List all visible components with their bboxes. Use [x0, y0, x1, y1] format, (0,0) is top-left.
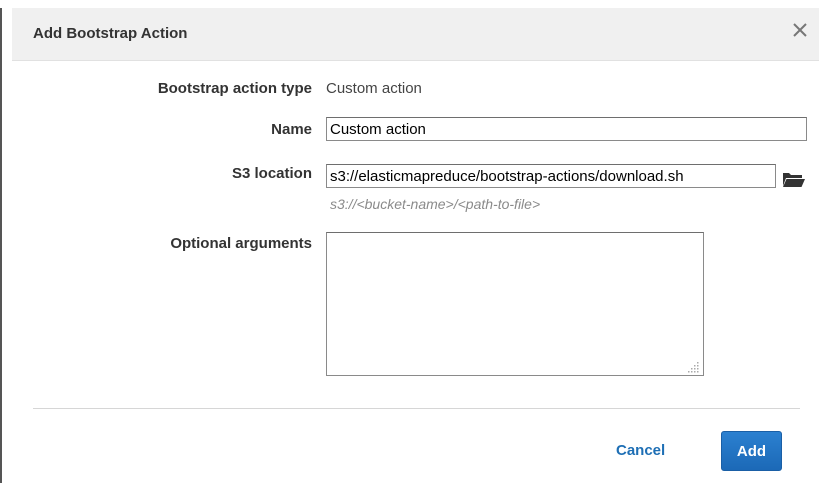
- action-type-value: Custom action: [326, 80, 422, 97]
- close-icon[interactable]: [789, 19, 811, 41]
- optional-arguments-textarea[interactable]: [326, 232, 704, 376]
- cancel-button[interactable]: Cancel: [616, 442, 665, 459]
- action-type-label: Bootstrap action type: [157, 80, 312, 97]
- close-x-glyph: [793, 23, 807, 37]
- optional-arguments-label: Optional arguments: [170, 235, 312, 252]
- s3-location-label: S3 location: [231, 165, 312, 182]
- resize-grip-icon[interactable]: [688, 360, 700, 373]
- folder-open-glyph: [783, 173, 805, 187]
- resize-grip-dots: [688, 362, 699, 373]
- name-input[interactable]: [326, 117, 807, 141]
- s3-location-input[interactable]: [326, 164, 776, 188]
- dialog-header: Add Bootstrap Action: [12, 8, 819, 61]
- page: Add Bootstrap Action Bootstrap action ty…: [0, 0, 819, 489]
- background-window-edge: [0, 8, 2, 483]
- name-label: Name: [271, 121, 312, 138]
- footer-divider: [33, 408, 800, 409]
- dialog-title: Add Bootstrap Action: [33, 25, 188, 42]
- folder-open-icon[interactable]: [782, 170, 806, 188]
- add-button[interactable]: Add: [721, 431, 782, 471]
- s3-location-hint: s3://<bucket-name>/<path-to-file>: [330, 196, 541, 212]
- add-bootstrap-action-dialog: Add Bootstrap Action Bootstrap action ty…: [12, 8, 819, 489]
